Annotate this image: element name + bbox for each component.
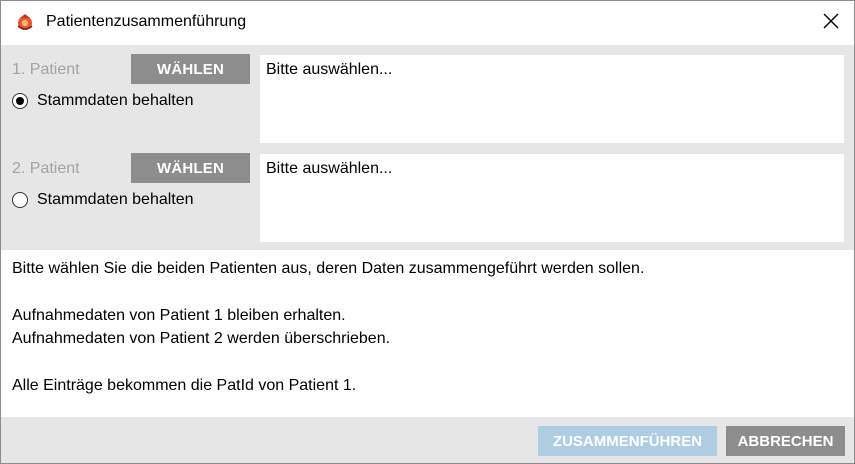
cancel-button[interactable]: ABBRECHEN	[726, 426, 845, 456]
patient-2-selection-box: Bitte auswählen...	[260, 154, 844, 242]
window-title: Patientenzusammenführung	[46, 13, 247, 30]
close-button[interactable]	[808, 1, 854, 45]
patient-1-selection-box: Bitte auswählen...	[260, 55, 844, 143]
patient-2-selection-text: Bitte auswählen...	[266, 160, 393, 177]
info-patient-2-note: Aufnahmedaten von Patient 2 werden übers…	[12, 330, 391, 347]
close-icon[interactable]	[823, 13, 839, 34]
patient-1-label: 1. Patient	[12, 61, 80, 78]
radio-label: Stammdaten behalten	[37, 92, 194, 109]
radio-unchecked-icon[interactable]	[12, 192, 28, 208]
info-patid-note: Alle Einträge bekommen die PatId von Pat…	[12, 377, 357, 394]
radio-label: Stammdaten behalten	[37, 191, 194, 208]
patient-selection-panel: 1. Patient WÄHLEN Stammdaten behalten Bi…	[1, 45, 854, 250]
patient-1-selection-text: Bitte auswählen...	[266, 61, 393, 78]
patient-2-label: 2. Patient	[12, 160, 80, 177]
keep-master-data-patient-2-radio[interactable]: Stammdaten behalten	[12, 191, 194, 209]
merge-button[interactable]: ZUSAMMENFÜHREN	[538, 426, 717, 456]
keep-master-data-patient-1-radio[interactable]: Stammdaten behalten	[12, 92, 194, 110]
choose-patient-1-button[interactable]: WÄHLEN	[131, 54, 250, 84]
radio-checked-icon[interactable]	[12, 93, 28, 109]
info-instruction: Bitte wählen Sie die beiden Patienten au…	[12, 260, 645, 277]
merge-dialog: Patientenzusammenführung 1. Patient WÄHL…	[0, 0, 855, 464]
choose-patient-2-button[interactable]: WÄHLEN	[131, 153, 250, 183]
dialog-footer: ZUSAMMENFÜHREN ABBRECHEN	[1, 417, 854, 463]
title-bar: Patientenzusammenführung	[1, 1, 854, 45]
app-logo-icon	[15, 12, 35, 32]
info-patient-1-note: Aufnahmedaten von Patient 1 bleiben erha…	[12, 307, 346, 324]
